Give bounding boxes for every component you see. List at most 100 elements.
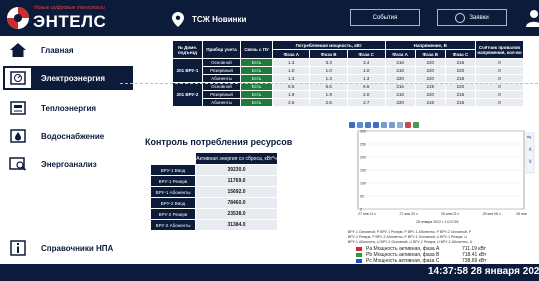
resource-value: 11769.0: [195, 175, 278, 187]
x-tick-label: 28 янв 02 ч: [441, 212, 459, 216]
y-tick-label: 150: [360, 169, 366, 173]
va-cell: 220: [384, 98, 416, 107]
x-tick-label: 27 янв 20 ч: [400, 212, 418, 216]
reference-icon-box: [5, 238, 31, 258]
sidebar-item-reference[interactable]: Справочники НПА: [3, 236, 133, 260]
col-link: Связь с ПУ: [240, 40, 273, 59]
col-pb: Фаза B: [309, 49, 348, 59]
requests-button[interactable]: Заявки: [437, 9, 507, 26]
pa-cell: 1.3: [271, 74, 311, 83]
group-id: 201 ВРУ-1: [172, 58, 203, 83]
counter-cell: 0: [475, 98, 524, 107]
counter-cell: 0: [475, 66, 524, 75]
vb-cell: 220: [414, 74, 446, 83]
col-device: Прибор учета: [202, 40, 241, 59]
table-row: Абоненты Есть 1.3 1.3 1.3 220 220 218 0: [173, 74, 524, 83]
pb-cell: 1.9: [309, 90, 348, 99]
vc-cell: 216: [444, 58, 477, 67]
col-pa: Фаза A: [271, 49, 311, 59]
pc-cell: 3.4: [346, 58, 386, 67]
sidebar-item-label: Электроэнергия: [41, 73, 106, 83]
sidebar: Главная Электроэнергия Теплоэнергия Водо…: [0, 36, 136, 264]
home-icon: [10, 43, 26, 57]
heat-icon-box: [5, 98, 31, 118]
sidebar-item-water[interactable]: Водоснабжение: [3, 124, 133, 148]
device-cell: Абоненты: [202, 98, 241, 107]
home-icon-box: [5, 40, 31, 60]
logo-name: ЭНТЕЛС: [33, 12, 107, 31]
pc-cell: 2.0: [346, 90, 386, 99]
vc-cell: 220: [444, 66, 477, 75]
resource-column-header: Активная энергия со сброса, кВт*ч: [195, 152, 278, 165]
pc-cell: 1.3: [346, 74, 386, 83]
pa-cell: 2.6: [271, 98, 311, 107]
y-tick-label: 0: [360, 208, 362, 212]
y-tick-label: 200: [360, 156, 366, 160]
sidebar-item-heat[interactable]: Теплоэнергия: [3, 96, 133, 120]
col-vb: Фаза B: [414, 49, 446, 59]
x-tick-label: 28 янв: [516, 212, 527, 216]
device-cell: Резервный: [202, 66, 241, 75]
sidebar-item-label: Водоснабжение: [41, 131, 105, 141]
sidebar-item-electricity[interactable]: Электроэнергия: [3, 66, 133, 90]
resource-control-title: Контроль потребления ресурсов: [145, 137, 293, 147]
sidebar-item-energy-analysis[interactable]: Энергоанализ: [3, 152, 133, 176]
electricity-icon-box: [5, 68, 31, 88]
col-va: Фаза A: [384, 49, 416, 59]
y-tick-label: 300: [360, 130, 366, 134]
resource-value: 15692.0: [195, 186, 278, 198]
location-pin-icon: [172, 11, 184, 27]
resource-value: 23538.0: [195, 208, 278, 220]
pc-cell: 2.7: [346, 98, 386, 107]
events-button[interactable]: События: [350, 9, 420, 26]
x-tick-label: 28 янв 08 ч: [483, 212, 501, 216]
resource-corner: [150, 152, 196, 165]
resource-name: ВРУ-1 Абоненты: [150, 186, 196, 198]
table-row: 201 ВРУ-1 Основной Есть 1.3 3.3 3.4 216 …: [172, 58, 524, 83]
chart-down-icon[interactable]: ∨: [528, 159, 532, 165]
col-num: № Доме. подъезд: [172, 40, 203, 59]
table-row: ВРУ-1 Абоненты 15692.0: [150, 186, 278, 198]
analysis-icon-box: [5, 154, 31, 174]
vb-cell: 220: [414, 58, 446, 67]
chart-side-icon[interactable]: ⇆: [527, 135, 531, 141]
vc-cell: 216: [444, 98, 477, 107]
sidebar-item-label: Главная: [41, 45, 74, 55]
device-cell: Резервный: [202, 90, 241, 99]
chart-up-icon[interactable]: ∧: [528, 147, 532, 153]
vb-cell: 220: [414, 90, 446, 99]
object-selector[interactable]: ТСЖ Новинки: [172, 11, 246, 27]
resource-name: ВРУ-2 Ввод: [150, 197, 196, 209]
object-name: ТСЖ Новинки: [192, 14, 247, 24]
pc-cell: 1.0: [346, 66, 386, 75]
sidebar-item-home[interactable]: Главная: [3, 38, 133, 62]
resource-name: ВРУ-1 Резерв: [150, 175, 196, 187]
table-row: Абоненты Есть 2.6 2.6 2.7 220 216 216 0: [173, 98, 524, 107]
resource-name: ВРУ-2 Резерв: [150, 208, 196, 220]
va-cell: 218: [384, 66, 416, 75]
link-cell: Есть: [240, 74, 273, 83]
link-cell: Есть: [240, 66, 273, 75]
y-tick-label: 250: [360, 143, 366, 147]
col-power-group: Потребляемая мощность, кВт: [272, 40, 386, 50]
logo-tagline: Новые цифровые технологии: [34, 5, 105, 11]
device-cell: Абоненты: [202, 74, 241, 83]
app-root: Новые цифровые технологии ЭНТЕЛС ТСЖ Нов…: [0, 0, 539, 281]
link-cell: Есть: [240, 90, 273, 99]
status-bar: 14:37:58 28 января 2022: [0, 264, 539, 281]
pa-cell: 1.0: [271, 66, 311, 75]
top-bar: Новые цифровые технологии ЭНТЕЛС ТСЖ Нов…: [0, 0, 539, 36]
water-icon-box: [5, 126, 31, 146]
table-row: ВРУ-2 Абоненты 31384.0: [150, 219, 278, 231]
vb-cell: 216: [414, 98, 446, 107]
legend-line: ВРУ-1 Абоненты, U ВРУ-2 Основной, U ВРУ-…: [348, 240, 473, 244]
pb-cell: 3.3: [309, 58, 348, 67]
chart-legend: ВРУ-1 Основной, P ВРУ-1 Резерв, P ВРУ-1 …: [348, 230, 538, 245]
resource-name: ВРУ-1 Ввод: [150, 164, 196, 176]
vb-cell: 220: [414, 66, 446, 75]
sidebar-item-label: Справочники НПА: [41, 243, 114, 253]
trend-chart-panel: 300 250 200 150 100 50 0 27 янв 14 ч 27 янв 20 …: [346, 119, 538, 264]
requests-icon: [455, 12, 466, 23]
user-icon[interactable]: [526, 9, 539, 27]
link-cell: Есть: [240, 58, 273, 67]
